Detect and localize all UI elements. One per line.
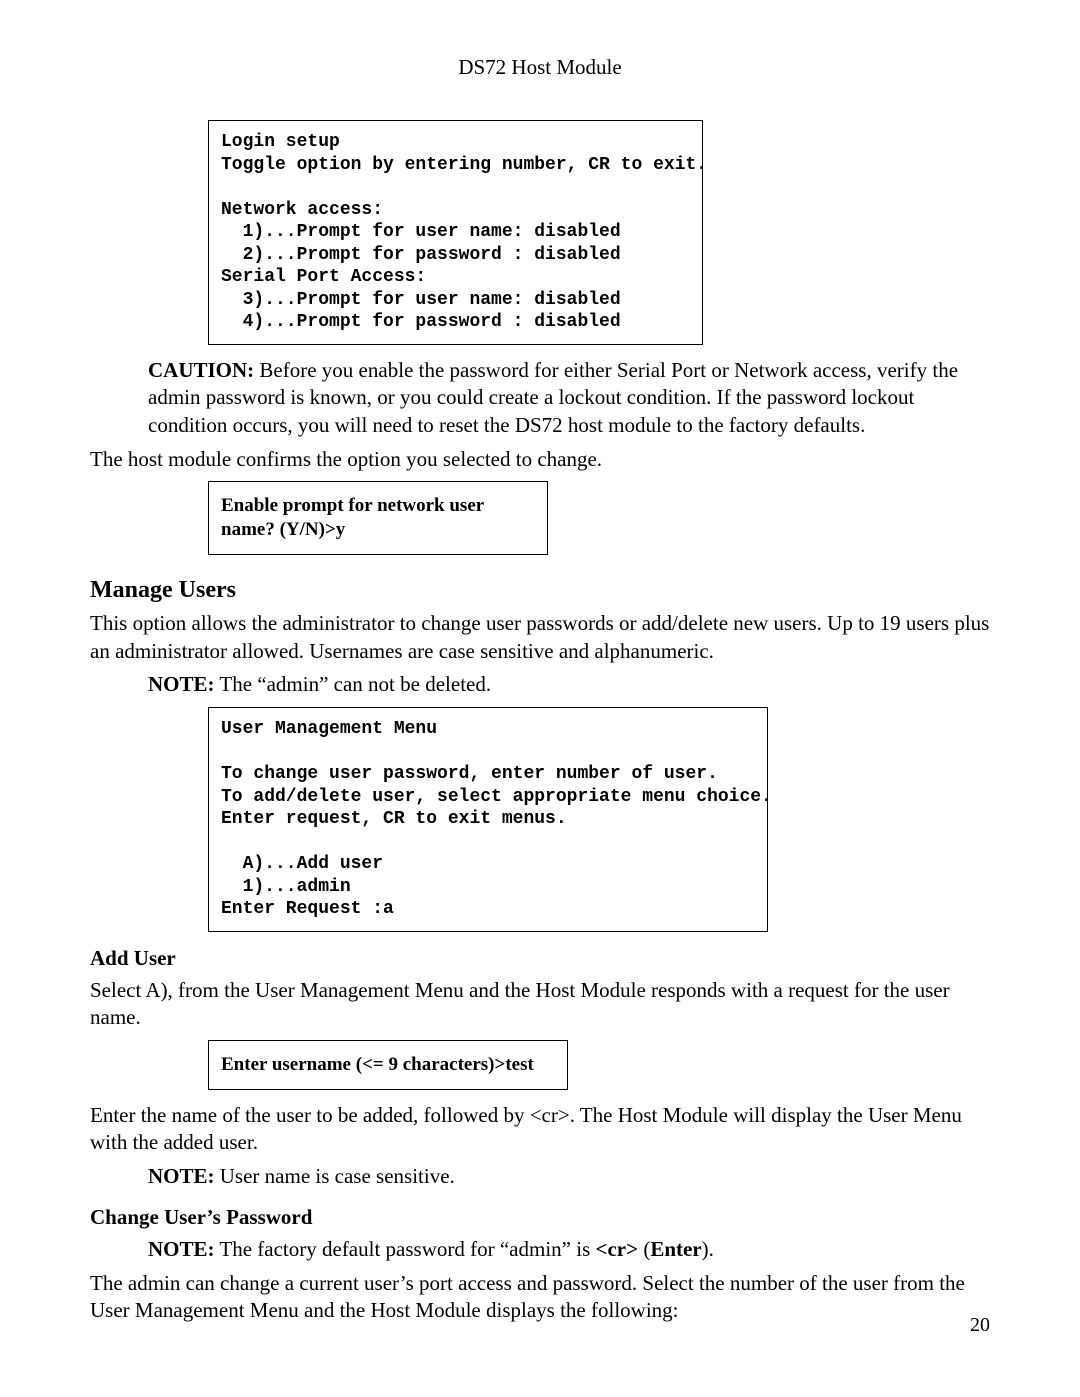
code-line: 4)...Prompt for password : disabled	[221, 312, 621, 332]
note-label: NOTE:	[148, 1164, 215, 1188]
add-user-heading: Add User	[90, 946, 990, 971]
code-line: 1)...admin	[221, 877, 351, 897]
code-line: Toggle option by entering number, CR to …	[221, 155, 707, 175]
code-line: A)...Add user	[221, 854, 383, 874]
note-label: NOTE:	[148, 672, 215, 696]
code-line: Serial Port Access:	[221, 267, 426, 287]
code-line: To add/delete user, select appropriate m…	[221, 787, 772, 807]
username-case-note: NOTE: User name is case sensitive.	[148, 1163, 990, 1191]
change-password-heading: Change User’s Password	[90, 1205, 990, 1230]
paren-close: ).	[702, 1237, 714, 1261]
change-password-paragraph: The admin can change a current user’s po…	[90, 1270, 990, 1325]
enable-prompt-codebox: Enable prompt for network user name? (Y/…	[208, 481, 548, 555]
code-line: 2)...Prompt for password : disabled	[221, 245, 621, 265]
user-management-codebox: User Management Menu To change user pass…	[208, 707, 768, 932]
document-page: DS72 Host Module Login setup Toggle opti…	[0, 0, 1080, 1397]
code-line: Enter Request :a	[221, 899, 394, 919]
code-line: User Management Menu	[221, 719, 437, 739]
enter-username-codebox: Enter username (<= 9 characters)>test	[208, 1040, 568, 1090]
note-text: User name is case sensitive.	[215, 1164, 455, 1188]
code-line: Enter request, CR to exit menus.	[221, 809, 567, 829]
page-header-title: DS72 Host Module	[90, 55, 990, 80]
manage-users-heading: Manage Users	[90, 577, 990, 604]
change-password-note: NOTE: The factory default password for “…	[148, 1236, 990, 1264]
cr-literal: <cr>	[596, 1237, 639, 1261]
manage-users-paragraph: This option allows the administrator to …	[90, 610, 990, 665]
confirm-option-text: The host module confirms the option you …	[90, 446, 990, 474]
code-line: To change user password, enter number of…	[221, 764, 718, 784]
add-user-paragraph: Select A), from the User Management Menu…	[90, 977, 990, 1032]
code-line: 1)...Prompt for user name: disabled	[221, 222, 621, 242]
caution-label: CAUTION:	[148, 358, 254, 382]
note-text: The “admin” can not be deleted.	[215, 672, 492, 696]
login-setup-codebox: Login setup Toggle option by entering nu…	[208, 120, 703, 345]
enter-literal: Enter	[650, 1237, 701, 1261]
code-line: Login setup	[221, 132, 340, 152]
caution-paragraph: CAUTION: Before you enable the password …	[148, 357, 962, 440]
manage-users-note: NOTE: The “admin” can not be deleted.	[148, 671, 990, 699]
code-line: 3)...Prompt for user name: disabled	[221, 290, 621, 310]
code-line: Network access:	[221, 200, 383, 220]
note-text-a: The factory default password for “admin”…	[215, 1237, 596, 1261]
add-user-followup: Enter the name of the user to be added, …	[90, 1102, 990, 1157]
caution-text: Before you enable the password for eithe…	[148, 358, 958, 437]
note-label: NOTE:	[148, 1237, 215, 1261]
page-number: 20	[970, 1314, 990, 1337]
paren-open: (	[638, 1237, 650, 1261]
